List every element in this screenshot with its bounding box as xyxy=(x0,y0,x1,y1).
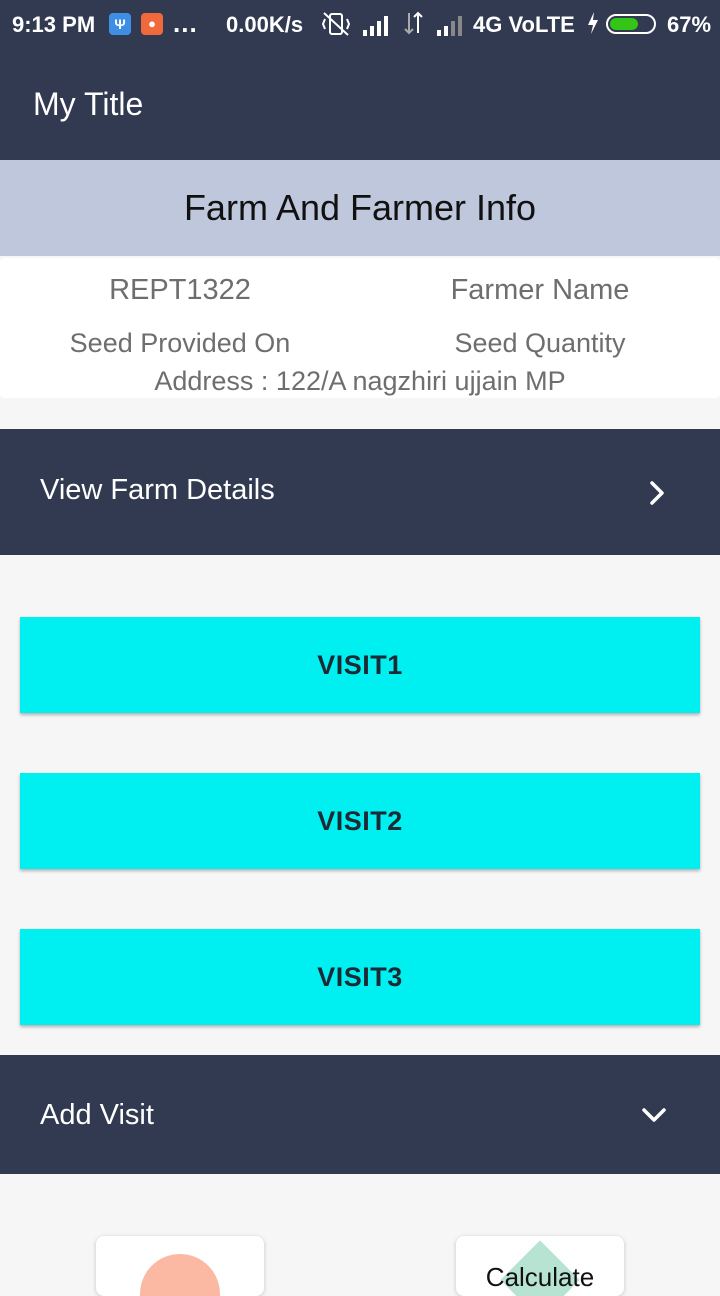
view-farm-details-row[interactable]: View Farm Details xyxy=(0,429,720,555)
battery-percent: 67% xyxy=(667,12,712,37)
visit1-button[interactable]: VISIT1 xyxy=(20,617,700,713)
farm-address: Address : 122/A nagzhiri ujjain MP xyxy=(154,366,566,396)
network-type: 4G VoLTE xyxy=(473,12,575,37)
view-farm-details-label: View Farm Details xyxy=(40,474,275,506)
more-notifications-icon: ... xyxy=(173,8,198,38)
signal-icon xyxy=(362,14,392,42)
app-title: My Title xyxy=(33,86,144,122)
usb-icon: Ψ xyxy=(109,13,131,35)
seed-provided-on: Seed Provided On xyxy=(69,328,291,358)
status-bar: 9:13 PM Ψ ● ... 0.00K/s 4G VoLTE 67% xyxy=(0,0,720,50)
bottom-tile-left[interactable] xyxy=(96,1236,264,1296)
calculate-tile[interactable]: Calculate xyxy=(456,1236,624,1296)
add-visit-row[interactable]: Add Visit xyxy=(0,1055,720,1174)
app-bar: My Title xyxy=(0,50,720,160)
tile-circle-icon xyxy=(140,1254,220,1296)
calculate-label: Calculate xyxy=(485,1262,595,1292)
section-title: Farm And Farmer Info xyxy=(183,187,537,228)
app-notification-icon: ● xyxy=(141,13,163,35)
status-time: 9:13 PM xyxy=(12,12,96,37)
charging-icon xyxy=(586,11,600,41)
visit2-button[interactable]: VISIT2 xyxy=(20,773,700,869)
visit3-button[interactable]: VISIT3 xyxy=(20,929,700,1025)
chevron-right-icon xyxy=(643,479,671,507)
network-speed: 0.00K/s xyxy=(226,12,304,37)
seed-quantity: Seed Quantity xyxy=(454,328,626,358)
vibrate-off-icon xyxy=(321,11,351,43)
battery-icon xyxy=(606,14,656,34)
data-transfer-icon xyxy=(403,11,425,41)
signal-2-icon xyxy=(436,14,466,42)
chevron-down-icon xyxy=(640,1101,668,1129)
farmer-name: Farmer Name xyxy=(450,274,630,306)
add-visit-label: Add Visit xyxy=(40,1099,154,1131)
farm-id: REPT1322 xyxy=(109,274,251,306)
section-header: Farm And Farmer Info xyxy=(0,160,720,256)
farm-info-card: REPT1322 Farmer Name Seed Provided On Se… xyxy=(0,258,720,398)
